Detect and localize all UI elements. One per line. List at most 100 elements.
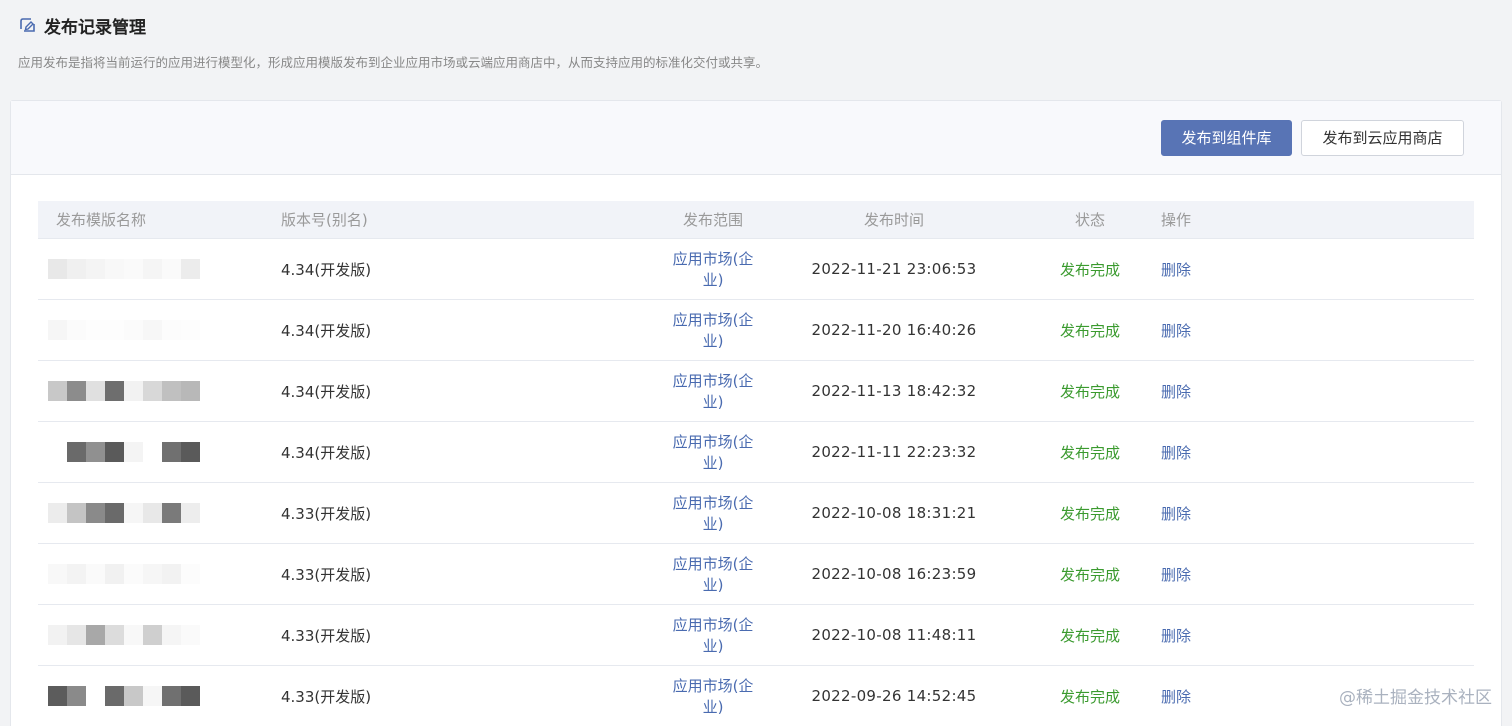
table-body: 4.34(开发版) 应用市场(企业) 2022-11-21 23:06:53 发… <box>38 239 1474 726</box>
blur-block <box>67 625 86 645</box>
status-badge: 发布完成 <box>1059 382 1120 401</box>
scope-link[interactable]: 应用市场(企业) <box>528 614 755 656</box>
scope-link[interactable]: 应用市场(企业) <box>528 553 755 595</box>
scope-link[interactable]: 应用市场(企业) <box>528 492 755 534</box>
blurred-template-name <box>48 564 200 584</box>
scope-link[interactable]: 应用市场(企业) <box>528 248 755 290</box>
blur-block <box>124 564 143 584</box>
blur-block <box>86 259 105 279</box>
blur-block <box>181 320 200 340</box>
column-header-scope: 发布范围 <box>682 211 743 229</box>
blur-block <box>105 320 124 340</box>
blur-block <box>162 503 181 523</box>
blur-block <box>105 503 124 523</box>
delete-button[interactable]: 删除 <box>1155 320 1295 341</box>
blurred-template-name <box>48 625 200 645</box>
delete-button[interactable]: 删除 <box>1155 625 1295 646</box>
delete-button[interactable]: 删除 <box>1155 259 1295 280</box>
version-cell: 4.33(开发版) <box>281 565 372 584</box>
publish-to-component-library-button[interactable]: 发布到组件库 <box>1161 119 1292 156</box>
status-badge: 发布完成 <box>1059 260 1120 279</box>
delete-button[interactable]: 删除 <box>1155 564 1295 585</box>
publish-records-table: 发布模版名称 版本号(别名) 发布范围 发布时间 状态 操作 4.34(开发版)… <box>38 201 1474 726</box>
publish-record-icon <box>18 15 38 35</box>
blur-block <box>124 442 143 462</box>
version-cell: 4.33(开发版) <box>281 626 372 645</box>
table-row: 4.34(开发版) 应用市场(企业) 2022-11-13 18:42:32 发… <box>38 361 1474 422</box>
blur-block <box>105 442 124 462</box>
version-cell: 4.34(开发版) <box>281 321 372 340</box>
table-header: 发布模版名称 版本号(别名) 发布范围 发布时间 状态 操作 <box>38 201 1474 239</box>
blur-block <box>124 686 143 706</box>
scope-link[interactable]: 应用市场(企业) <box>528 431 755 473</box>
blur-block <box>67 320 86 340</box>
blur-block <box>162 320 181 340</box>
blur-block <box>67 259 86 279</box>
blur-block <box>48 503 67 523</box>
column-header-action: 操作 <box>1161 211 1192 229</box>
publish-to-cloud-store-button[interactable]: 发布到云应用商店 <box>1301 119 1464 156</box>
scope-link[interactable]: 应用市场(企业) <box>528 675 755 717</box>
status-badge: 发布完成 <box>1059 443 1120 462</box>
scope-link[interactable]: 应用市场(企业) <box>528 370 755 412</box>
blur-block <box>48 320 67 340</box>
scope-link[interactable]: 应用市场(企业) <box>528 309 755 351</box>
blur-block <box>162 381 181 401</box>
watermark: @稀土掘金技术社区 <box>1339 688 1492 708</box>
blur-block <box>181 503 200 523</box>
blurred-template-name <box>48 686 200 706</box>
blur-block <box>105 564 124 584</box>
publish-time-cell: 2022-11-21 23:06:53 <box>811 260 977 278</box>
blur-block <box>143 625 162 645</box>
table-row: 4.33(开发版) 应用市场(企业) 2022-10-08 16:23:59 发… <box>38 544 1474 605</box>
table-row: 4.34(开发版) 应用市场(企业) 2022-11-11 22:23:32 发… <box>38 422 1474 483</box>
blur-block <box>162 625 181 645</box>
table-row: 4.34(开发版) 应用市场(企业) 2022-11-21 23:06:53 发… <box>38 239 1474 300</box>
blur-block <box>86 564 105 584</box>
blur-block <box>105 259 124 279</box>
blurred-template-name <box>48 381 200 401</box>
publish-time-cell: 2022-10-08 11:48:11 <box>811 626 977 644</box>
table-row: 4.33(开发版) 应用市场(企业) 2022-10-08 11:48:11 发… <box>38 605 1474 666</box>
column-header-template-name: 发布模版名称 <box>56 211 147 229</box>
delete-button[interactable]: 删除 <box>1155 686 1295 707</box>
publish-time-cell: 2022-11-20 16:40:26 <box>811 321 977 339</box>
publish-time-cell: 2022-09-26 14:52:45 <box>811 687 977 705</box>
blurred-template-name <box>48 503 200 523</box>
blur-block <box>143 442 162 462</box>
template-name-cell <box>38 239 281 299</box>
version-cell: 4.33(开发版) <box>281 504 372 523</box>
table-row: 4.33(开发版) 应用市场(企业) 2022-10-08 18:31:21 发… <box>38 483 1474 544</box>
delete-button[interactable]: 删除 <box>1155 381 1295 402</box>
blur-block <box>67 564 86 584</box>
publish-time-cell: 2022-10-08 18:31:21 <box>811 504 977 522</box>
page-title: 发布记录管理 <box>44 17 146 38</box>
template-name-cell <box>38 483 281 543</box>
template-name-cell <box>38 544 281 604</box>
page-header: 发布记录管理 应用发布是指将当前运行的应用进行模型化，形成应用模版发布到企业应用… <box>18 12 1494 71</box>
blur-block <box>67 686 86 706</box>
blur-block <box>181 686 200 706</box>
template-name-cell <box>38 605 281 665</box>
blur-block <box>124 381 143 401</box>
blur-block <box>124 625 143 645</box>
publish-time-cell: 2022-10-08 16:23:59 <box>811 565 977 583</box>
blur-block <box>143 320 162 340</box>
blur-block <box>181 625 200 645</box>
delete-button[interactable]: 删除 <box>1155 503 1295 524</box>
table-row: 4.33(开发版) 应用市场(企业) 2022-09-26 14:52:45 发… <box>38 666 1474 726</box>
blur-block <box>181 259 200 279</box>
blur-block <box>48 442 67 462</box>
blur-block <box>67 381 86 401</box>
delete-button[interactable]: 删除 <box>1155 442 1295 463</box>
blur-block <box>162 564 181 584</box>
blur-block <box>67 442 86 462</box>
blur-block <box>105 625 124 645</box>
blur-block <box>105 381 124 401</box>
blur-block <box>48 259 67 279</box>
blur-block <box>48 625 67 645</box>
status-badge: 发布完成 <box>1059 565 1120 584</box>
title-row: 发布记录管理 <box>18 12 1494 38</box>
template-name-cell <box>38 422 281 482</box>
blur-block <box>181 442 200 462</box>
